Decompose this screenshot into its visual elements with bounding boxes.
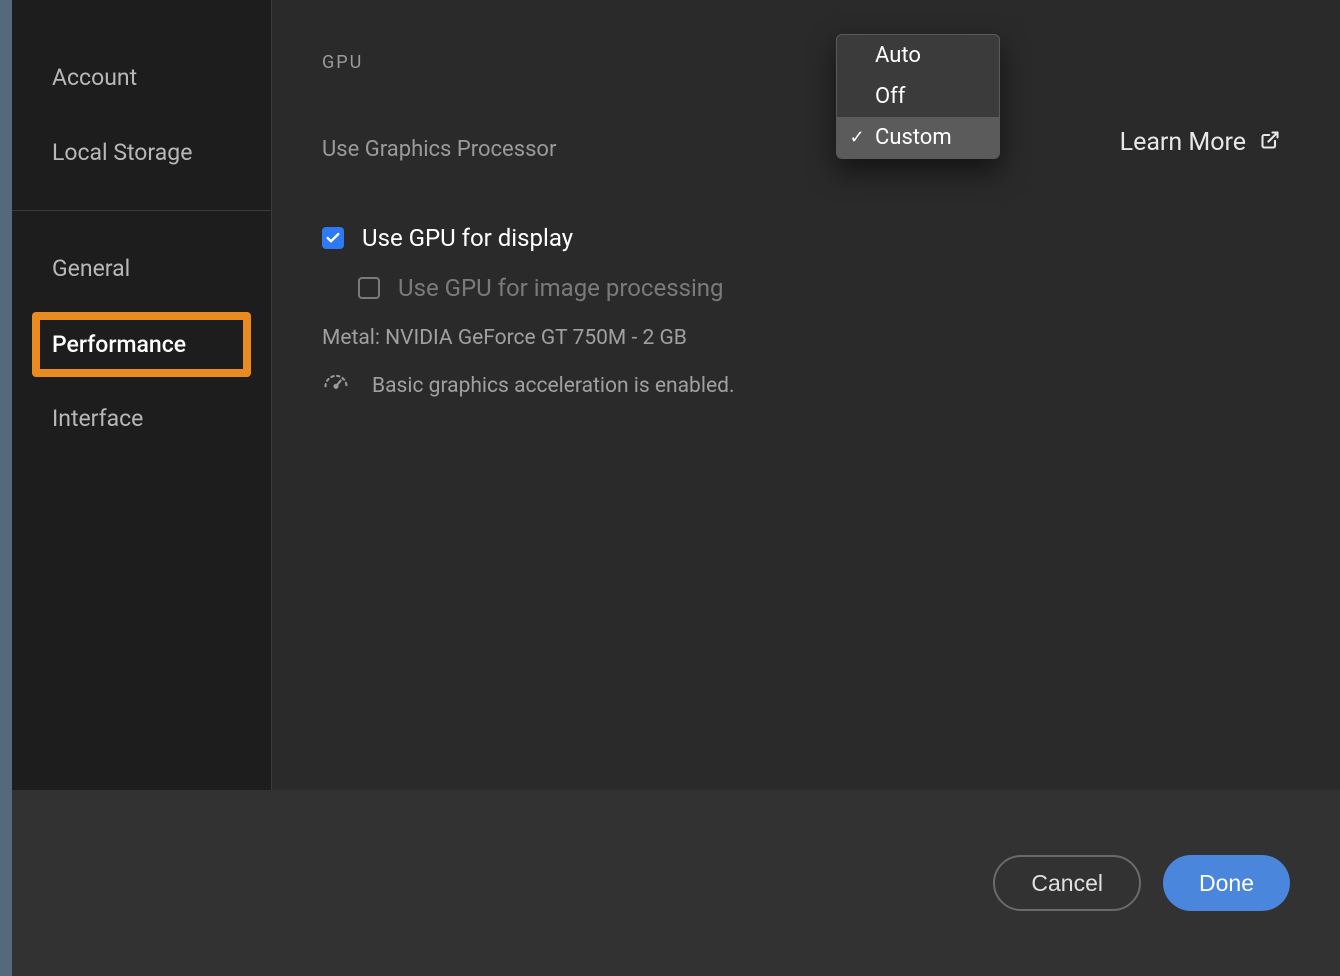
use-gpu-display-label: Use GPU for display <box>362 224 573 252</box>
use-gpu-image-checkbox[interactable] <box>358 277 380 299</box>
sidebar-item-label: General <box>52 255 130 282</box>
sidebar-item-performance[interactable]: Performance Performance <box>12 306 271 381</box>
dialog-footer: Cancel Done <box>0 790 1340 976</box>
done-button[interactable]: Done <box>1163 855 1290 911</box>
dropdown-option-label: Auto <box>875 43 921 68</box>
sidebar-divider <box>12 210 271 211</box>
dropdown-option-label: Custom <box>875 125 952 150</box>
use-gpu-image-label: Use GPU for image processing <box>398 274 724 302</box>
dropdown-option-off[interactable]: Off <box>837 76 999 117</box>
sidebar-item-account[interactable]: Account <box>12 40 271 115</box>
annotation-highlight: Performance <box>32 312 251 377</box>
gauge-icon <box>322 370 350 402</box>
dropdown-option-custom[interactable]: ✓ Custom <box>837 117 999 158</box>
dropdown-option-label: Off <box>875 84 905 109</box>
check-icon: ✓ <box>847 127 867 148</box>
sidebar-item-local-storage[interactable]: Local Storage <box>12 115 271 190</box>
done-button-label: Done <box>1199 870 1254 897</box>
external-link-icon <box>1260 128 1280 157</box>
use-gpu-display-row: Use GPU for display <box>322 224 1280 252</box>
graphics-processor-dropdown[interactable]: Auto Off ✓ Custom <box>836 34 1000 159</box>
gpu-status-row: Basic graphics acceleration is enabled. <box>322 370 1280 402</box>
cancel-button[interactable]: Cancel <box>993 855 1141 911</box>
sidebar-item-interface[interactable]: Interface <box>12 381 271 456</box>
performance-panel: GPU Use Graphics Processor Learn More <box>272 0 1340 790</box>
learn-more-label: Learn More <box>1120 128 1246 157</box>
use-gpu-display-checkbox[interactable] <box>322 227 344 249</box>
sidebar-item-general[interactable]: General <box>12 231 271 306</box>
sidebar-item-label: Interface <box>52 405 143 432</box>
gpu-status-text: Basic graphics acceleration is enabled. <box>372 374 734 398</box>
sidebar-item-label: Account <box>52 64 137 91</box>
gpu-info-text: Metal: NVIDIA GeForce GT 750M - 2 GB <box>322 326 1280 350</box>
sidebar-item-label: Local Storage <box>52 139 192 166</box>
sidebar-item-label: Performance <box>52 331 186 358</box>
cancel-button-label: Cancel <box>1031 870 1103 897</box>
use-gpu-image-row: Use GPU for image processing <box>358 274 1280 302</box>
preferences-sidebar: Account Local Storage General Performanc… <box>12 0 272 790</box>
learn-more-link[interactable]: Learn More <box>1120 128 1280 157</box>
section-heading-gpu: GPU <box>322 52 1280 73</box>
dropdown-option-auto[interactable]: Auto <box>837 35 999 76</box>
use-graphics-processor-label: Use Graphics Processor <box>322 137 556 162</box>
